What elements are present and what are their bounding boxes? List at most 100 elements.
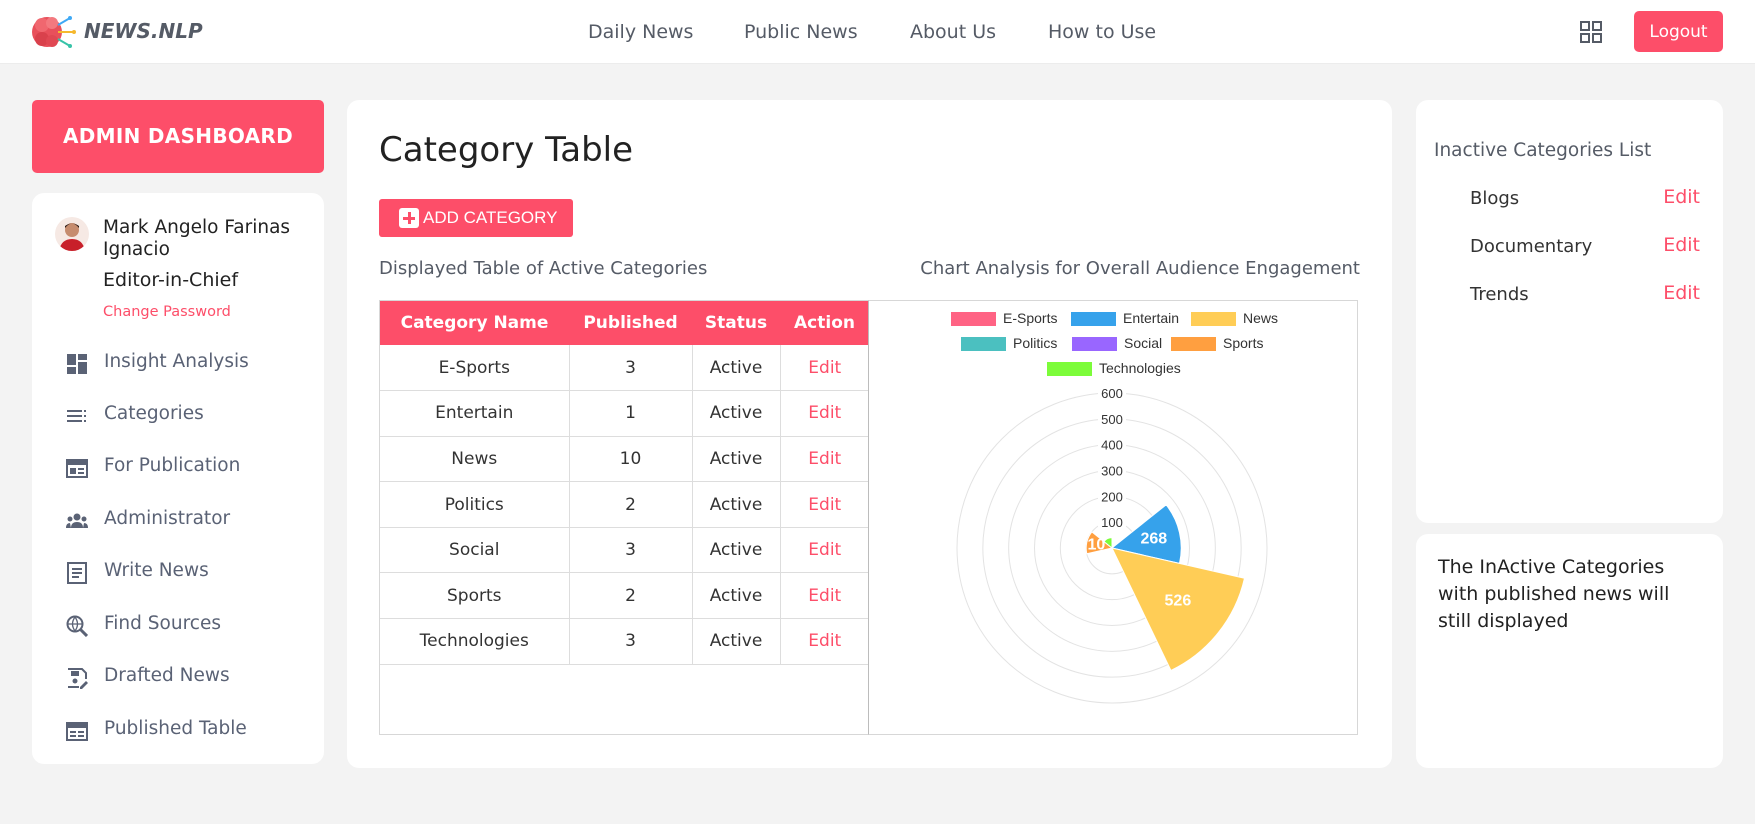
- add-category-label: ADD CATEGORY: [423, 208, 558, 227]
- dashboard-icon: [67, 354, 87, 374]
- sidebar-item-label: Categories: [104, 403, 204, 424]
- list-item: Documentary Edit: [1470, 234, 1700, 264]
- sidebar-item-drafted-news[interactable]: Drafted News: [66, 660, 306, 694]
- plus-icon: [399, 208, 419, 228]
- category-name-cell: Sports: [380, 572, 570, 620]
- calendar-icon: [66, 459, 88, 478]
- nav-public-news[interactable]: Public News: [744, 21, 858, 43]
- sidebar-item-for-publication[interactable]: For Publication: [66, 450, 306, 484]
- edit-link[interactable]: Edit: [1663, 234, 1700, 256]
- published-count-cell: 3: [569, 618, 693, 665]
- document-icon: [67, 562, 87, 584]
- sidebar-item-categories[interactable]: Categories: [66, 398, 306, 432]
- tick-label: 300: [1101, 464, 1123, 479]
- inactive-category-name: Trends: [1470, 284, 1529, 305]
- data-label: 10: [1087, 536, 1105, 553]
- sidebar-item-label: Administrator: [104, 508, 231, 529]
- tick-label: 100: [1101, 515, 1123, 530]
- table-row: Entertain 1 Active Edit: [380, 390, 869, 437]
- search-globe-icon: [66, 615, 88, 637]
- table-row: News 10 Active Edit: [380, 436, 869, 483]
- chart-caption: Chart Analysis for Overall Audience Enga…: [920, 258, 1360, 279]
- nav-about-us[interactable]: About Us: [910, 21, 996, 43]
- category-table-container: Category Name Published Status Action E-…: [379, 300, 869, 735]
- status-cell: Active: [692, 436, 781, 483]
- info-note-text: The InActive Categories with published n…: [1438, 556, 1670, 632]
- category-name-cell: Politics: [380, 481, 570, 528]
- status-cell: Active: [692, 390, 781, 437]
- table-row: Politics 2 Active Edit: [380, 481, 869, 528]
- category-name-cell: Social: [380, 527, 570, 574]
- user-role: Editor-in-Chief: [103, 269, 239, 291]
- table-row: Technologies 3 Active Edit: [380, 618, 869, 665]
- logout-button[interactable]: Logout: [1634, 11, 1723, 52]
- published-count-cell: 2: [569, 481, 693, 528]
- engagement-polar-chart: 268 526 10 100 200 300 400 500 600: [956, 386, 1268, 704]
- category-card: Category Table ADD CATEGORY Displayed Ta…: [347, 100, 1392, 768]
- add-category-button[interactable]: ADD CATEGORY: [379, 199, 573, 237]
- engagement-chart-container: E-Sports Entertain News Politics Social Sport…: [868, 300, 1358, 735]
- edit-link[interactable]: Edit: [780, 481, 869, 528]
- sidebar-item-label: For Publication: [104, 455, 241, 476]
- category-table: Category Name Published Status Action E-…: [380, 301, 869, 665]
- inactive-list-title: Inactive Categories List: [1434, 140, 1652, 161]
- published-count-cell: 10: [569, 436, 693, 483]
- sidebar-item-administrator[interactable]: Administrator: [66, 503, 306, 537]
- inactive-category-name: Blogs: [1470, 188, 1520, 209]
- user-name: Mark Angelo Farinas Ignacio: [103, 217, 291, 260]
- brain-logo-icon[interactable]: [30, 9, 76, 55]
- sidebar: Mark Angelo Farinas Ignacio Editor-in-Ch…: [32, 193, 324, 764]
- edit-link[interactable]: Edit: [780, 436, 869, 483]
- edit-link[interactable]: Edit: [780, 345, 869, 392]
- edit-link[interactable]: Edit: [1663, 282, 1700, 304]
- draft-icon: [68, 668, 88, 689]
- apps-grid-icon[interactable]: [1580, 21, 1602, 43]
- column-header: Status: [692, 301, 780, 345]
- tick-label: 400: [1101, 438, 1123, 453]
- data-label: 526: [1165, 593, 1192, 610]
- nav-how-to-use[interactable]: How to Use: [1048, 21, 1156, 43]
- sidebar-item-label: Drafted News: [104, 665, 230, 686]
- tick-label: 200: [1101, 489, 1123, 504]
- change-password-link[interactable]: Change Password: [103, 304, 231, 320]
- inactive-categories-card: Inactive Categories List Blogs Edit Docu…: [1416, 100, 1723, 523]
- admin-dashboard-banner[interactable]: ADMIN DASHBOARD: [32, 100, 324, 173]
- column-header: Category Name: [380, 301, 569, 345]
- category-name-cell: Entertain: [380, 390, 570, 437]
- published-count-cell: 3: [569, 527, 693, 574]
- sidebar-item-published-table[interactable]: Published Table: [66, 713, 306, 747]
- inactive-category-name: Documentary: [1470, 236, 1593, 257]
- tick-label: 600: [1101, 386, 1123, 401]
- avatar[interactable]: [55, 217, 89, 251]
- edit-link[interactable]: Edit: [780, 390, 869, 437]
- tick-label: 500: [1101, 412, 1123, 427]
- nav-daily-news[interactable]: Daily News: [588, 21, 693, 43]
- sidebar-item-write-news[interactable]: Write News: [66, 555, 306, 589]
- sidebar-item-find-sources[interactable]: Find Sources: [66, 608, 306, 642]
- sidebar-item-insight-analysis[interactable]: Insight Analysis: [66, 346, 306, 380]
- column-header: Published: [569, 301, 692, 345]
- brand-name[interactable]: NEWS.NLP: [84, 19, 203, 43]
- top-navbar: NEWS.NLP Daily News Public News About Us…: [0, 0, 1755, 64]
- category-name-cell: E-Sports: [380, 345, 570, 392]
- table-icon: [66, 722, 88, 741]
- info-note-card: The InActive Categories with published n…: [1416, 534, 1723, 768]
- list-item: Blogs Edit: [1470, 186, 1700, 216]
- edit-link[interactable]: Edit: [780, 527, 869, 574]
- status-cell: Active: [692, 572, 781, 620]
- sidebar-item-label: Write News: [104, 560, 209, 581]
- edit-link[interactable]: Edit: [1663, 186, 1700, 208]
- list-icon: [67, 410, 86, 422]
- status-cell: Active: [692, 527, 781, 574]
- published-count-cell: 3: [569, 345, 693, 392]
- table-caption: Displayed Table of Active Categories: [379, 258, 708, 279]
- sidebar-item-label: Insight Analysis: [104, 351, 249, 372]
- user-avatar-icon: [55, 217, 89, 251]
- edit-link[interactable]: Edit: [780, 618, 869, 665]
- table-row: E-Sports 3 Active Edit: [380, 345, 869, 392]
- edit-link[interactable]: Edit: [780, 572, 869, 620]
- published-count-cell: 1: [569, 390, 693, 437]
- published-count-cell: 2: [569, 572, 693, 620]
- status-cell: Active: [692, 345, 781, 392]
- list-item: Trends Edit: [1470, 282, 1700, 312]
